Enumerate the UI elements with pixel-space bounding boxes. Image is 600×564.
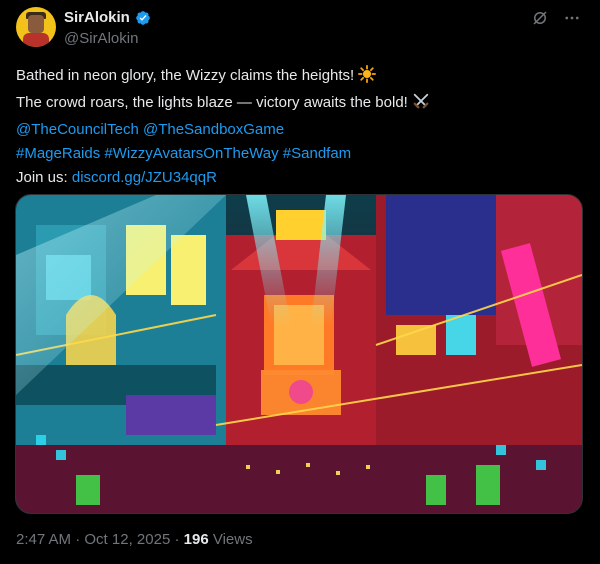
grok-icon[interactable] — [530, 8, 550, 28]
author-handle[interactable]: @SirAlokin — [64, 30, 138, 48]
author-name[interactable]: SirAlokin — [64, 9, 130, 27]
meta-separator: · — [75, 531, 81, 548]
sun-emoji — [358, 65, 377, 91]
avatar[interactable] — [16, 7, 56, 47]
join-label: Join us: — [16, 169, 68, 186]
views-label: Views — [212, 531, 253, 548]
hashtag-sandfam[interactable]: #Sandfam — [283, 145, 351, 162]
views-count: 196 — [183, 531, 209, 548]
more-icon[interactable] — [562, 8, 582, 28]
mention-council-tech[interactable]: @TheCouncilTech — [16, 121, 139, 138]
post-time[interactable]: 2:47 AM — [16, 531, 71, 548]
mention-sandbox-game[interactable]: @TheSandboxGame — [143, 121, 284, 138]
verified-badge-icon — [136, 11, 150, 25]
hashtag-mage-raids[interactable]: #MageRaids — [16, 145, 100, 162]
post-meta: 2:47 AM · Oct 12, 2025 · 196 Views — [16, 530, 253, 550]
post-line-2: The crowd roars, the lights blaze — vict… — [16, 94, 408, 111]
post-image[interactable] — [15, 194, 583, 514]
post-date[interactable]: Oct 12, 2025 — [84, 531, 170, 548]
hashtag-wizzy-avatars[interactable]: #WizzyAvatarsOnTheWay — [104, 145, 278, 162]
discord-link[interactable]: discord.gg/JZU34qqR — [72, 169, 217, 186]
post-line-1: Bathed in neon glory, the Wizzy claims t… — [16, 67, 355, 84]
meta-separator: · — [174, 531, 180, 548]
tweet-text: Bathed in neon glory, the Wizzy claims t… — [16, 64, 576, 190]
crossed-swords-emoji — [412, 92, 430, 118]
